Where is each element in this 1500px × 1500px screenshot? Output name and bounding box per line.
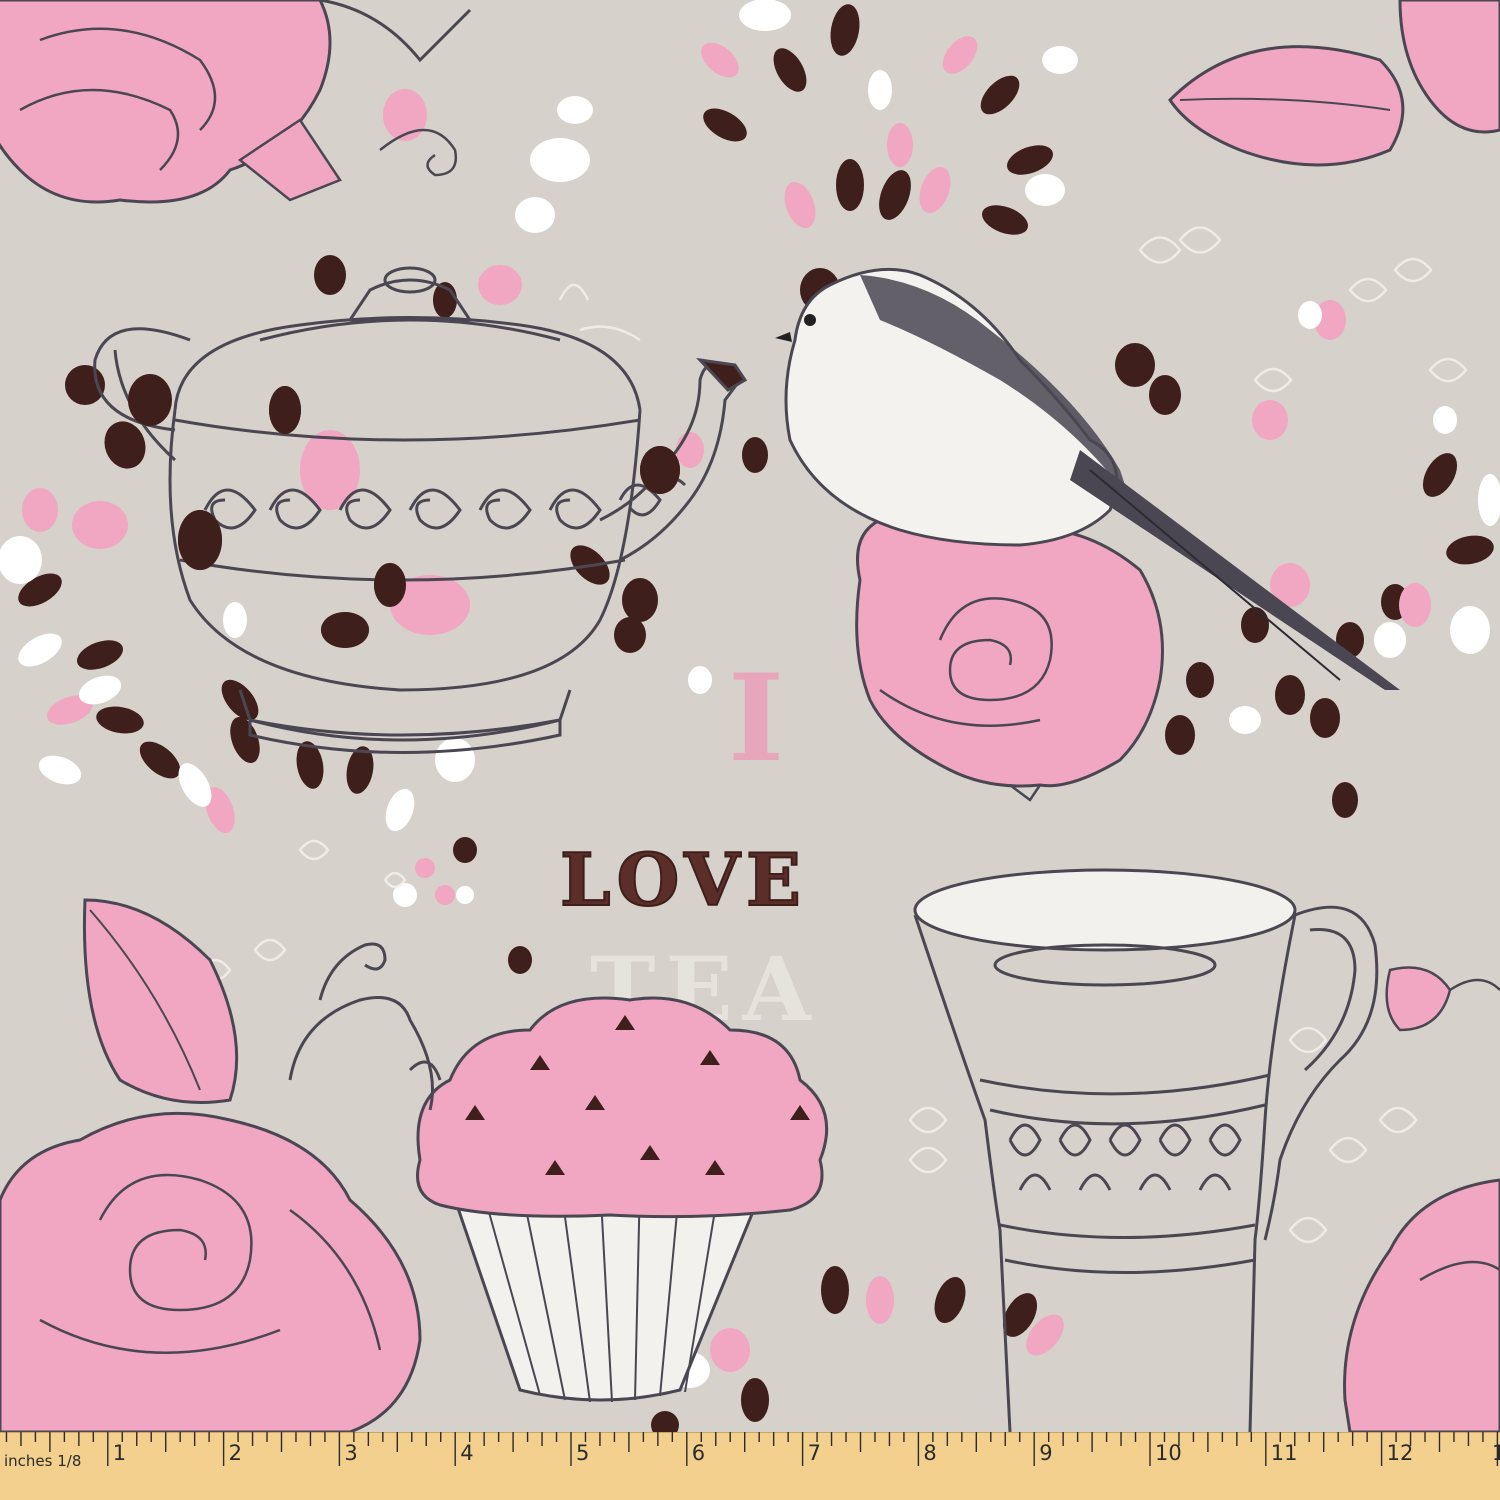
ruler-number: 9 <box>1039 1441 1052 1465</box>
love-title: LOVE <box>560 837 807 922</box>
measuring-ruler: 1 2 3 4 5 6 7 8 9 10 11 12 1 inches 1/8 <box>0 1432 1500 1500</box>
ruler-number: 8 <box>923 1441 936 1465</box>
fabric-pattern: TEA I LOVE <box>0 0 1500 1432</box>
ruler-number: 1 <box>1492 1441 1500 1465</box>
ruler-number: 4 <box>460 1441 473 1465</box>
ruler-number: 2 <box>229 1441 242 1465</box>
ruler-number: 6 <box>692 1441 705 1465</box>
ruler-number: 3 <box>344 1441 357 1465</box>
fabric-swatch: TEA I LOVE 1 2 3 4 5 6 7 8 9 10 11 12 1 … <box>0 0 1500 1500</box>
i-letter: I <box>728 648 784 789</box>
ruler-number: 11 <box>1271 1441 1298 1465</box>
ruler-unit-label: inches 1/8 <box>4 1452 81 1470</box>
ruler-number: 5 <box>576 1441 589 1465</box>
ruler-number: 12 <box>1387 1441 1414 1465</box>
ruler-number: 10 <box>1155 1441 1182 1465</box>
ruler-number: 7 <box>808 1441 821 1465</box>
ruler-number: 1 <box>113 1441 126 1465</box>
